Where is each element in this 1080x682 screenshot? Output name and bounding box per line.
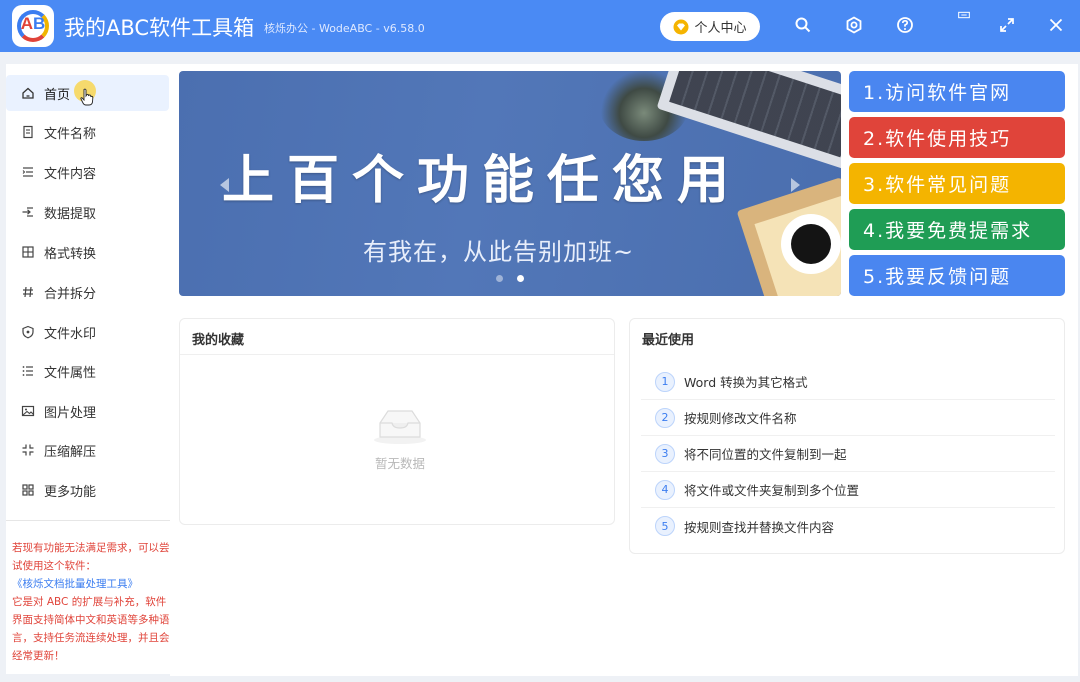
sidebar: 首页 文件名称 文件内容 数据提取 格式转换 合并拆分 文件水印 文件属性 图片…: [6, 64, 170, 674]
banner-subtitle: 有我在，从此告别加班~: [363, 238, 635, 266]
empty-state-text: 暂无数据: [374, 456, 425, 471]
recent-item[interactable]: 2 按规则修改文件名称: [641, 400, 1055, 436]
file-icon: [20, 124, 36, 140]
sidebar-item-label: 格式转换: [44, 246, 97, 262]
hand-cursor-icon: [80, 88, 94, 106]
sidebar-item-data-extract[interactable]: 数据提取: [6, 194, 169, 230]
sidebar-item-label: 数据提取: [44, 206, 97, 222]
user-center-button[interactable]: 个人中心: [660, 12, 760, 41]
apps-icon: [20, 482, 36, 498]
item-number: 1: [655, 371, 675, 392]
promo-line-2: 它是对 ABC 的扩展与补充，软件界面支持简体中文和英语等多种语言，支持任务流连…: [12, 596, 170, 662]
compress-icon: [20, 442, 36, 458]
sidebar-item-merge-split[interactable]: 合并拆分: [6, 274, 169, 310]
recent-item-label: 按规则查找并替换文件内容: [684, 519, 835, 535]
recent-item-label: Word 转换为其它格式: [684, 375, 808, 390]
app-title: 我的ABC软件工具箱: [64, 16, 255, 40]
image-icon: [20, 403, 36, 419]
banner-dot-2[interactable]: [517, 275, 524, 282]
item-number: 2: [655, 407, 675, 428]
sidebar-item-file-content[interactable]: 文件内容: [6, 154, 169, 190]
recent-item[interactable]: 4 将文件或文件夹复制到多个位置: [641, 472, 1055, 508]
list-icon: [20, 363, 36, 379]
title-bar: AB 我的ABC软件工具箱 核烁办公 - WodeABC - v6.58.0 个…: [0, 0, 1080, 52]
banner-title: 上百个功能任您用: [222, 151, 743, 211]
grid-icon: [20, 244, 36, 260]
empty-inbox-icon: [374, 410, 426, 444]
app-version: 核烁办公 - WodeABC - v6.58.0: [264, 22, 425, 35]
banner-next-arrow[interactable]: [791, 178, 800, 192]
recent-item-label: 按规则修改文件名称: [684, 411, 797, 426]
recent-item[interactable]: 1 Word 转换为其它格式: [641, 364, 1055, 400]
list-indent-icon: [20, 164, 36, 180]
help-icon[interactable]: [894, 14, 916, 36]
faq-button[interactable]: 3.软件常见问题: [849, 163, 1065, 204]
sidebar-item-file-name[interactable]: 文件名称: [6, 114, 169, 150]
sidebar-item-label: 合并拆分: [44, 286, 97, 302]
user-center-label: 个人中心: [694, 21, 747, 36]
sidebar-item-format-convert[interactable]: 格式转换: [6, 234, 169, 270]
diamond-icon: [673, 19, 689, 34]
sidebar-item-label: 首页: [44, 87, 71, 103]
app-logo: AB: [12, 5, 54, 47]
banner-prev-arrow[interactable]: [220, 178, 229, 192]
banner-dot-1[interactable]: [496, 275, 503, 282]
sidebar-item-label: 压缩解压: [44, 444, 97, 460]
favorites-title: 我的收藏: [192, 333, 245, 348]
sidebar-item-label: 图片处理: [44, 405, 97, 421]
visit-website-button[interactable]: 1.访问软件官网: [849, 71, 1065, 112]
sidebar-item-file-properties[interactable]: 文件属性: [6, 353, 169, 389]
item-number: 5: [655, 516, 675, 536]
close-icon[interactable]: [1045, 14, 1067, 36]
sidebar-item-label: 文件名称: [44, 126, 97, 142]
minimize-icon[interactable]: [953, 4, 975, 19]
home-icon: [20, 85, 36, 101]
shield-icon: [20, 324, 36, 340]
feature-request-button[interactable]: 4.我要免费提需求: [849, 209, 1065, 250]
recent-item[interactable]: 3 将不同位置的文件复制到一起: [641, 436, 1055, 472]
extract-icon: [20, 204, 36, 220]
sidebar-divider: [6, 520, 170, 521]
item-number: 3: [655, 443, 675, 464]
recent-item-label: 将不同位置的文件复制到一起: [684, 447, 847, 462]
recent-item[interactable]: 5 按规则查找并替换文件内容: [641, 508, 1055, 544]
item-number: 4: [655, 479, 675, 500]
feedback-button[interactable]: 5.我要反馈问题: [849, 255, 1065, 296]
recent-title: 最近使用: [642, 333, 695, 348]
usage-tips-button[interactable]: 2.软件使用技巧: [849, 117, 1065, 158]
recent-item-label: 将文件或文件夹复制到多个位置: [684, 483, 860, 498]
sidebar-item-label: 文件属性: [44, 365, 97, 381]
recent-card: 最近使用 1 Word 转换为其它格式 2 按规则修改文件名称 3 将不同位置的…: [629, 318, 1065, 554]
sidebar-item-label: 文件水印: [44, 326, 97, 342]
promo-line-1: 若现有功能无法满足需求，可以尝试使用这个软件：: [12, 542, 170, 572]
banner-coffee-image: [781, 214, 841, 274]
gear-icon[interactable]: [843, 14, 865, 36]
search-icon[interactable]: [792, 14, 814, 36]
sidebar-item-watermark[interactable]: 文件水印: [6, 314, 169, 350]
hash-icon: [20, 284, 36, 300]
favorites-card: 我的收藏 暂无数据: [179, 318, 615, 525]
sidebar-item-label: 文件内容: [44, 166, 97, 182]
maximize-icon[interactable]: [996, 14, 1018, 36]
sidebar-item-compress[interactable]: 压缩解压: [6, 432, 169, 468]
promo-text: 若现有功能无法满足需求，可以尝试使用这个软件： 《核烁文档批量处理工具》 它是对…: [12, 539, 170, 665]
sidebar-item-label: 更多功能: [44, 484, 97, 500]
sidebar-item-image-process[interactable]: 图片处理: [6, 393, 169, 429]
promo-link[interactable]: 《核烁文档批量处理工具》: [12, 575, 170, 593]
sidebar-item-more[interactable]: 更多功能: [6, 472, 169, 508]
